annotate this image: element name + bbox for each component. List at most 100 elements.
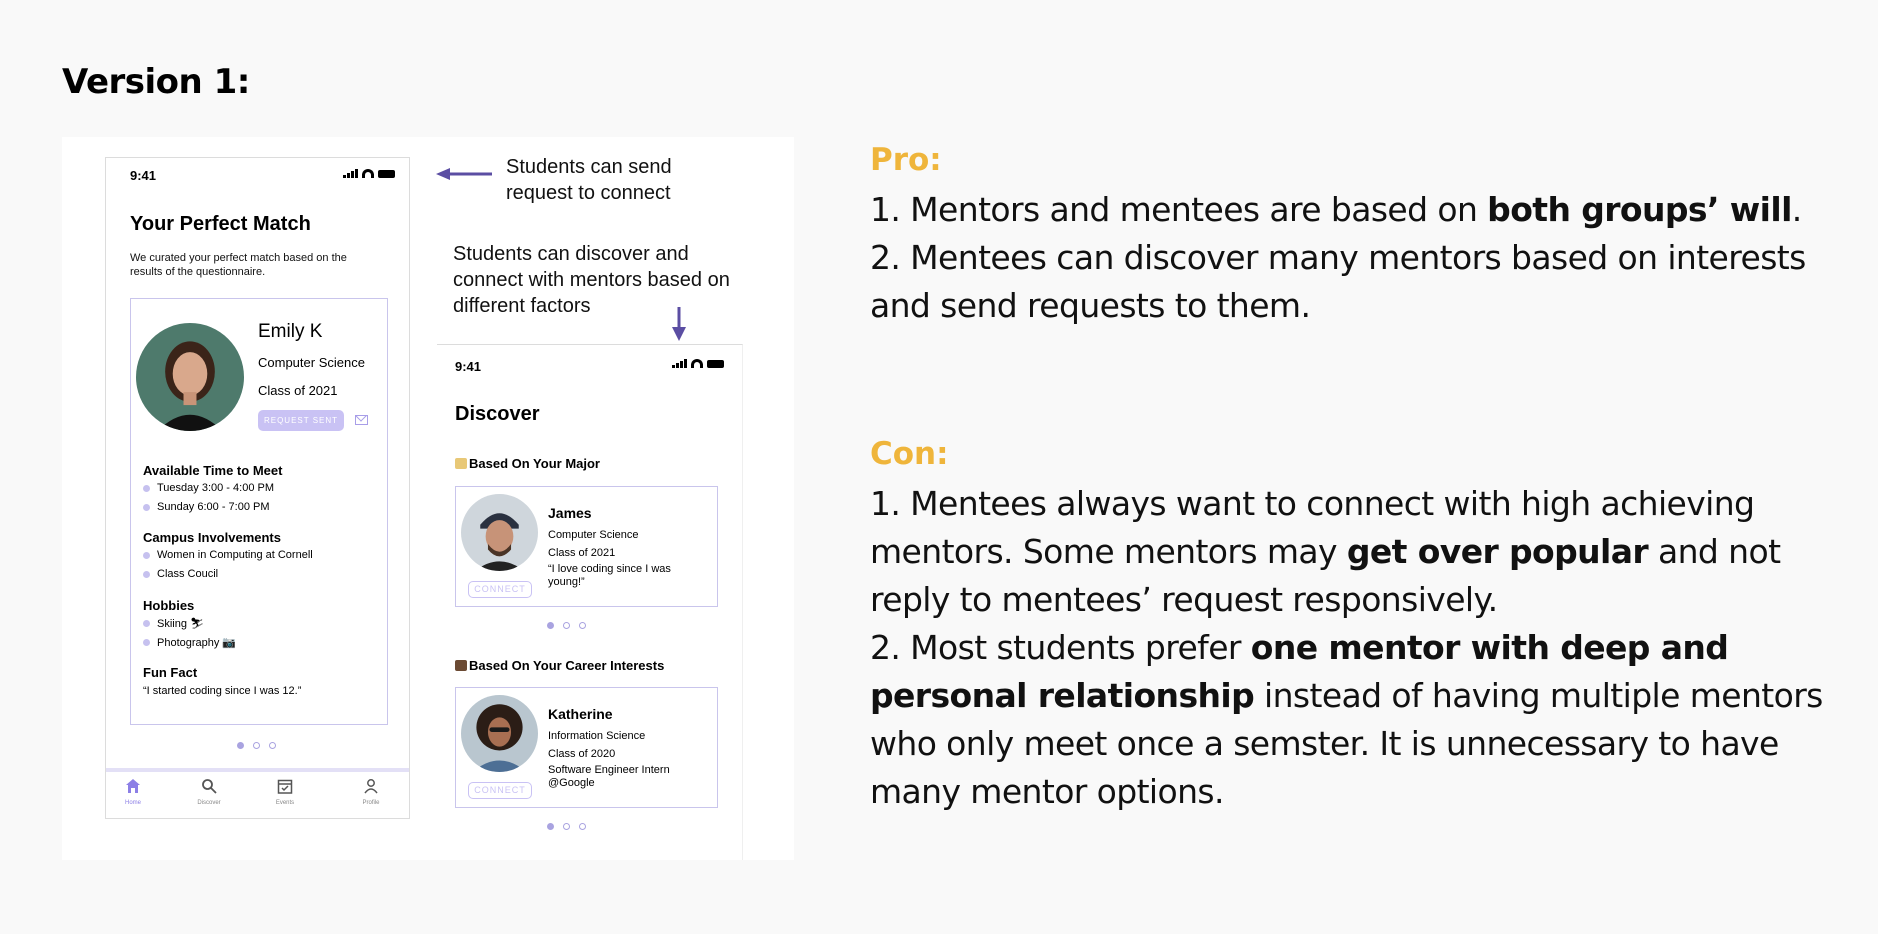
list-item: Tuesday 3:00 - 4:00 PM <box>143 482 274 494</box>
page-indicator[interactable] <box>547 622 586 629</box>
arrow-left-icon <box>436 168 492 180</box>
avatar <box>136 323 244 431</box>
tab-events[interactable]: Events <box>260 778 310 806</box>
annotation-discover: Students can discover and connect with m… <box>453 243 730 317</box>
bullet-dot <box>143 570 150 578</box>
profile-photo <box>136 323 244 431</box>
page-indicator[interactable] <box>237 742 276 749</box>
section-heading-hobbies: Hobbies <box>143 598 195 613</box>
category-heading-major: Based On Your Major <box>455 456 600 471</box>
category-heading-text: Based On Your Major <box>469 456 600 471</box>
pro-point-1: 1. Mentors and mentees are based on both… <box>870 186 1830 234</box>
perfect-match-screen: 9:41 Your Perfect Match We curated your … <box>105 157 410 819</box>
page-dot[interactable] <box>253 742 260 749</box>
profile-class: Class of 2021 <box>258 383 338 398</box>
profile-major: Computer Science <box>258 355 365 370</box>
profile-photo <box>461 494 538 571</box>
category-heading-career: Based On Your Career Interests <box>455 658 664 673</box>
wifi-icon <box>362 169 374 178</box>
tab-bar: Home Discover Events Profile <box>106 768 409 818</box>
page-dot[interactable] <box>563 622 570 629</box>
page-dot[interactable] <box>579 622 586 629</box>
tab-label: Home <box>124 800 141 806</box>
discover-screen: 9:41 Discover Based On Your Major James … <box>437 344 743 860</box>
con-point-2: 2. Most students prefer one mentor with … <box>870 624 1830 816</box>
page-dot[interactable] <box>579 823 586 830</box>
list-item: Skiing ⛷ <box>143 617 204 630</box>
section-heading-involvements: Campus Involvements <box>143 530 281 545</box>
request-sent-button[interactable]: REQUEST SENT <box>258 410 344 431</box>
calendar-icon <box>277 779 293 794</box>
list-item-text: Tuesday 3:00 - 4:00 PM <box>157 482 274 494</box>
tab-profile[interactable]: Profile <box>346 778 396 806</box>
wifi-icon <box>691 359 703 368</box>
mentor-name: Katherine <box>548 706 613 722</box>
pro-label: Pro: <box>870 142 942 178</box>
avatar <box>461 494 538 571</box>
mentor-major: Information Science <box>548 730 646 742</box>
list-item-text: Photography 📷 <box>157 637 237 649</box>
bullet-dot <box>143 484 150 492</box>
home-icon <box>126 779 140 793</box>
connect-button[interactable]: CONNECT <box>468 581 532 598</box>
section-heading-fun-fact: Fun Fact <box>143 665 198 680</box>
connect-button[interactable]: CONNECT <box>468 782 532 799</box>
status-bar: 9:41 <box>437 345 742 374</box>
page-dot[interactable] <box>547 823 554 830</box>
status-icons <box>343 169 395 178</box>
mockup-panel: 9:41 Your Perfect Match We curated your … <box>62 137 794 860</box>
list-item-text: Skiing ⛷ <box>157 618 204 630</box>
bullet-dot <box>143 639 150 646</box>
list-item: Class Coucil <box>143 568 218 580</box>
page-dot[interactable] <box>563 823 570 830</box>
mentor-card-katherine[interactable]: Katherine Information Science Class of 2… <box>455 687 718 808</box>
mentor-class: Class of 2021 <box>548 547 616 559</box>
briefcase-icon <box>455 660 467 671</box>
text-run: 2. Most students prefer <box>870 628 1251 667</box>
page-dot[interactable] <box>547 622 554 629</box>
fun-fact-text: “I started coding since I was 12.” <box>143 685 302 697</box>
pro-point-2: 2. Mentees can discover many mentors bas… <box>870 238 1806 325</box>
list-item: Photography 📷 <box>143 636 236 649</box>
mentor-class: Class of 2020 <box>548 748 616 760</box>
tab-home[interactable]: Home <box>108 778 158 806</box>
list-item: Sunday 6:00 - 7:00 PM <box>143 501 270 513</box>
emphasis-text: get over popular <box>1346 532 1649 571</box>
mentor-name: James <box>548 505 592 521</box>
category-heading-text: Based On Your Career Interests <box>469 658 665 673</box>
memo-icon <box>455 458 467 469</box>
battery-icon <box>707 360 724 368</box>
user-icon <box>364 779 378 794</box>
page-subtitle: We curated your perfect match based on t… <box>130 252 347 278</box>
emphasis-text: both groups’ will <box>1487 190 1792 229</box>
battery-icon <box>378 170 395 178</box>
mail-icon[interactable] <box>355 415 368 425</box>
slide-title: Version 1: <box>62 62 250 102</box>
bullet-dot <box>143 620 150 627</box>
match-profile-card[interactable]: Emily K Computer Science Class of 2021 R… <box>130 298 388 725</box>
mentor-extra: “I love coding since I was young!” <box>548 563 671 588</box>
page-title: Your Perfect Match <box>130 213 311 235</box>
signal-icon <box>343 169 358 178</box>
page-dot[interactable] <box>237 742 244 749</box>
annotation-request: Students can send request to connect <box>506 156 672 204</box>
status-time: 9:41 <box>455 359 482 374</box>
arrow-down-icon <box>672 307 686 341</box>
page-indicator[interactable] <box>547 823 586 830</box>
status-bar: 9:41 <box>106 158 409 183</box>
tab-label: Profile <box>362 800 380 806</box>
text-run: . <box>1791 190 1802 229</box>
text-run: 1. Mentors and mentees are based on <box>870 190 1488 229</box>
con-label: Con: <box>870 436 949 472</box>
mentor-extra: Software Engineer Intern @Google <box>548 764 670 789</box>
bullet-dot <box>143 503 150 511</box>
tab-discover[interactable]: Discover <box>184 778 234 806</box>
list-item-text: Sunday 6:00 - 7:00 PM <box>157 501 270 513</box>
profile-name: Emily K <box>258 321 323 342</box>
page-title: Discover <box>455 403 540 425</box>
tab-label: Events <box>275 800 295 806</box>
mentor-card-james[interactable]: James Computer Science Class of 2021 “I … <box>455 486 718 607</box>
avatar <box>461 695 538 772</box>
tab-label: Discover <box>197 800 221 806</box>
page-dot[interactable] <box>269 742 276 749</box>
